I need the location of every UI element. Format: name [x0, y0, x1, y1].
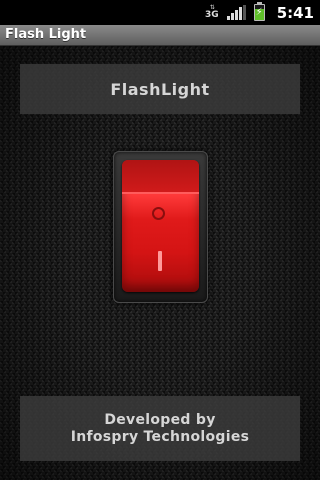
header-title: FlashLight	[110, 79, 210, 99]
power-off-icon	[152, 207, 165, 220]
network-type-label: 3G	[205, 10, 219, 20]
footer-panel: Developed by Infospry Technologies	[20, 396, 300, 461]
app-title: Flash Light	[5, 27, 87, 42]
flashlight-switch[interactable]	[113, 151, 208, 303]
footer-company: Infospry Technologies	[70, 428, 250, 445]
status-time: 5:41	[276, 3, 314, 22]
battery-charging-icon: ⚡	[253, 2, 265, 21]
app-screen: ⇅ 3G ⚡ 5:41 Flash Light FlashLight Devel…	[0, 0, 320, 480]
switch-rocker[interactable]	[122, 160, 199, 292]
status-icons: ⇅ 3G ⚡ 5:41	[205, 0, 314, 25]
signal-icon	[226, 5, 246, 20]
network-3g-icon: ⇅ 3G	[205, 5, 219, 20]
switch-top-band	[122, 160, 199, 194]
status-bar: ⇅ 3G ⚡ 5:41	[0, 0, 320, 25]
power-on-icon	[158, 251, 162, 271]
footer-developed-by: Developed by	[104, 411, 216, 428]
title-bar: Flash Light	[0, 25, 320, 46]
main-content: FlashLight Developed by Infospry Technol…	[0, 46, 320, 480]
charging-bolt-icon: ⚡	[255, 7, 263, 18]
header-panel: FlashLight	[20, 64, 300, 114]
